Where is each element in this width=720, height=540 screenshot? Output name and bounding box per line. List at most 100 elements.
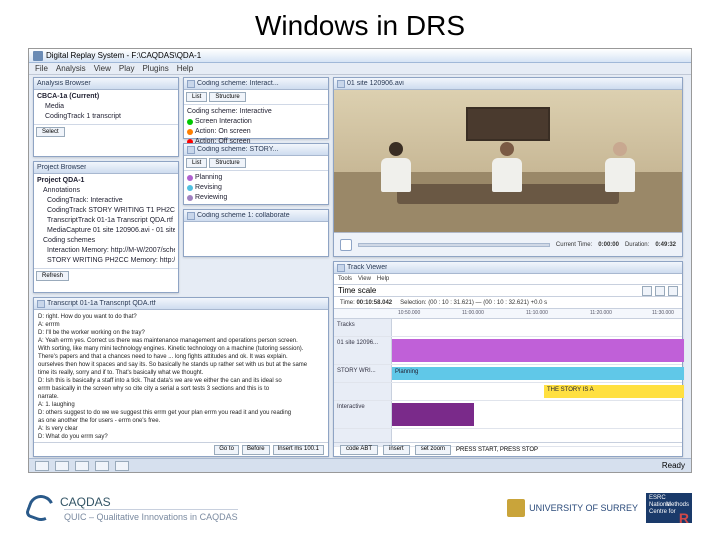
tree-item[interactable]: Coding schemes xyxy=(37,236,175,246)
analysis-browser-pane[interactable]: Analysis Browser CBCA-1a (Current) Media… xyxy=(33,77,179,157)
menu-play[interactable]: Play xyxy=(119,64,135,73)
current-time-label: Current Time: xyxy=(556,242,592,248)
project-tree[interactable]: Project QDA-1 Annotations CodingTrack: I… xyxy=(34,174,178,268)
pane-icon xyxy=(187,80,195,88)
code-item[interactable]: Reviewing xyxy=(187,193,325,203)
duration-label: Duration: xyxy=(625,242,649,248)
person-right xyxy=(600,142,640,192)
tree-item[interactable]: STORY WRITING PH2CC Memory: http://M-W xyxy=(37,256,175,266)
play-button[interactable] xyxy=(340,239,352,251)
menu-help[interactable]: Help xyxy=(177,64,193,73)
pane-title: Transcript 01-1a Transcript QDA.rtf xyxy=(47,300,156,307)
project-browser-pane[interactable]: Project Browser Project QDA-1 Annotation… xyxy=(33,161,179,293)
tab-structure[interactable]: Structure xyxy=(209,158,245,168)
titlebar[interactable]: Digital Replay System - F:\CAQDAS\QDA-1 xyxy=(29,49,691,63)
tl-menu-help[interactable]: Help xyxy=(377,276,389,282)
coding-scheme-story-pane[interactable]: Coding scheme: STORY... List Structure P… xyxy=(183,143,329,205)
select-button[interactable]: Select xyxy=(36,127,65,137)
tab-list[interactable]: List xyxy=(186,158,207,168)
analysis-tree[interactable]: CBCA-1a (Current) Media CodingTrack 1 tr… xyxy=(34,90,178,124)
before-button[interactable]: Before xyxy=(242,445,270,455)
goto-button[interactable]: Go to xyxy=(214,445,239,455)
coding-scheme-interactive-pane[interactable]: Coding scheme: Interact... List Structur… xyxy=(183,77,329,139)
sb-next-icon[interactable] xyxy=(115,461,129,471)
menu-plugins[interactable]: Plugins xyxy=(142,64,168,73)
timeline-icon xyxy=(337,264,345,272)
tracks-area[interactable]: Tracks01 site 12096...STORY WRI...Planni… xyxy=(334,319,682,442)
time-label: Time: xyxy=(340,300,355,306)
pane-title: Analysis Browser xyxy=(37,80,91,87)
menu-view[interactable]: View xyxy=(94,64,111,73)
tl-menu-tools[interactable]: Tools xyxy=(338,276,352,282)
code-item[interactable]: Planning xyxy=(187,173,325,183)
research-methods-logo: ESRC National Centre for R Methods xyxy=(646,493,692,523)
app-window: Digital Replay System - F:\CAQDAS\QDA-1 … xyxy=(28,48,692,473)
pane-title: Project Browser xyxy=(37,164,86,171)
pane-icon xyxy=(187,146,195,154)
selection-label: Selection: xyxy=(400,300,426,306)
caqdas-logo: CAQDAS QUIC – Qualitative Innovations in… xyxy=(28,495,238,522)
menubar[interactable]: File Analysis View Play Plugins Help xyxy=(29,63,691,75)
refresh-button[interactable]: Refresh xyxy=(36,271,69,281)
code-item[interactable]: Revising xyxy=(187,183,325,193)
transcript-icon xyxy=(37,300,45,308)
tool-button[interactable] xyxy=(655,286,665,296)
transcript-pane[interactable]: Transcript 01-1a Transcript QDA.rtf D: r… xyxy=(33,297,329,457)
caqdas-mark-icon xyxy=(24,491,57,524)
pane-title: 01 site 120906.avi xyxy=(347,80,404,87)
sb-play-icon[interactable] xyxy=(75,461,89,471)
tree-item[interactable]: CodingTrack: Interactive xyxy=(37,196,175,206)
transcript-text[interactable]: D: right. How do you want to do that?A: … xyxy=(34,310,328,442)
video-icon xyxy=(337,80,345,88)
sb-fwd-icon[interactable] xyxy=(95,461,109,471)
pane-title: Coding scheme: Interact... xyxy=(197,80,279,87)
seek-slider[interactable] xyxy=(358,243,550,247)
video-pane[interactable]: 01 site 120906.avi Current Time: 0:00:00… xyxy=(333,77,683,257)
time-value: 00:10:58.042 xyxy=(356,300,392,306)
insert-button[interactable]: Insert ms 100.1 xyxy=(273,445,324,455)
tab-structure[interactable]: Structure xyxy=(209,92,245,102)
record-hint: PRESS START, PRESS STOP xyxy=(456,447,538,453)
video-frame[interactable] xyxy=(334,90,682,232)
person-middle xyxy=(487,142,527,192)
tab-list[interactable]: List xyxy=(186,92,207,102)
pane-title: Coding scheme 1: collaborate xyxy=(197,212,290,219)
tree-item[interactable]: Annotations xyxy=(37,186,175,196)
tree-item[interactable]: TranscriptTrack 01-1a Transcript QDA.rtf xyxy=(37,216,175,226)
selection-value: (00 : 10 : 31.621) — (00 : 10 : 32.621) … xyxy=(428,300,547,306)
blackboard xyxy=(466,107,550,141)
duration: 0:49:32 xyxy=(655,242,676,248)
code-abt-button[interactable]: code ABT xyxy=(340,445,378,455)
status-text: Ready xyxy=(662,461,685,470)
tree-item[interactable]: Interaction Memory: http://M-W/2007/sche… xyxy=(37,246,175,256)
current-time: 0:00:00 xyxy=(598,242,619,248)
quic-text: QUIC – Qualitative Innovations in CAQDAS xyxy=(64,509,238,522)
setzoom-button[interactable]: set zoom xyxy=(415,445,451,455)
track-viewer-pane[interactable]: Track Viewer Tools View Help Time scale … xyxy=(333,261,683,457)
menu-file[interactable]: File xyxy=(35,64,48,73)
time-ruler[interactable]: 10:50.000 11:00.000 11:10.000 11:20.000 … xyxy=(334,309,682,319)
tree-item[interactable]: Media xyxy=(37,102,175,112)
coding-heading: Coding scheme: Interactive xyxy=(187,107,325,117)
code-item[interactable]: Screen Interaction xyxy=(187,117,325,127)
project-root[interactable]: Project QDA-1 xyxy=(37,176,84,186)
analysis-project[interactable]: CBCA-1a (Current) xyxy=(37,92,99,102)
sb-prev-icon[interactable] xyxy=(35,461,49,471)
rm-methods-text: Methods xyxy=(666,502,689,509)
coding-scheme-collaborate-pane[interactable]: Coding scheme 1: collaborate xyxy=(183,209,329,257)
app-icon xyxy=(33,51,43,61)
menu-analysis[interactable]: Analysis xyxy=(56,64,86,73)
code-item[interactable]: Action: On screen xyxy=(187,127,325,137)
surrey-logo: UNIVERSITY OF SURREY xyxy=(507,499,638,517)
caqdas-text: CAQDAS xyxy=(60,495,238,509)
tree-item[interactable]: MediaCapture 01 site 120906.avi - 01 sit… xyxy=(37,226,175,236)
sb-rew-icon[interactable] xyxy=(55,461,69,471)
tl-menu-view[interactable]: View xyxy=(358,276,371,282)
tool-button[interactable] xyxy=(642,286,652,296)
video-controls: Current Time: 0:00:00 Duration: 0:49:32 xyxy=(334,232,682,256)
surrey-text: UNIVERSITY OF SURREY xyxy=(529,503,638,513)
tree-item[interactable]: CodingTrack 1 transcript xyxy=(37,112,175,122)
tree-item[interactable]: CodingTrack STORY WRITING T1 PH2C xyxy=(37,206,175,216)
tool-button[interactable] xyxy=(668,286,678,296)
insert-button[interactable]: insert xyxy=(383,445,410,455)
